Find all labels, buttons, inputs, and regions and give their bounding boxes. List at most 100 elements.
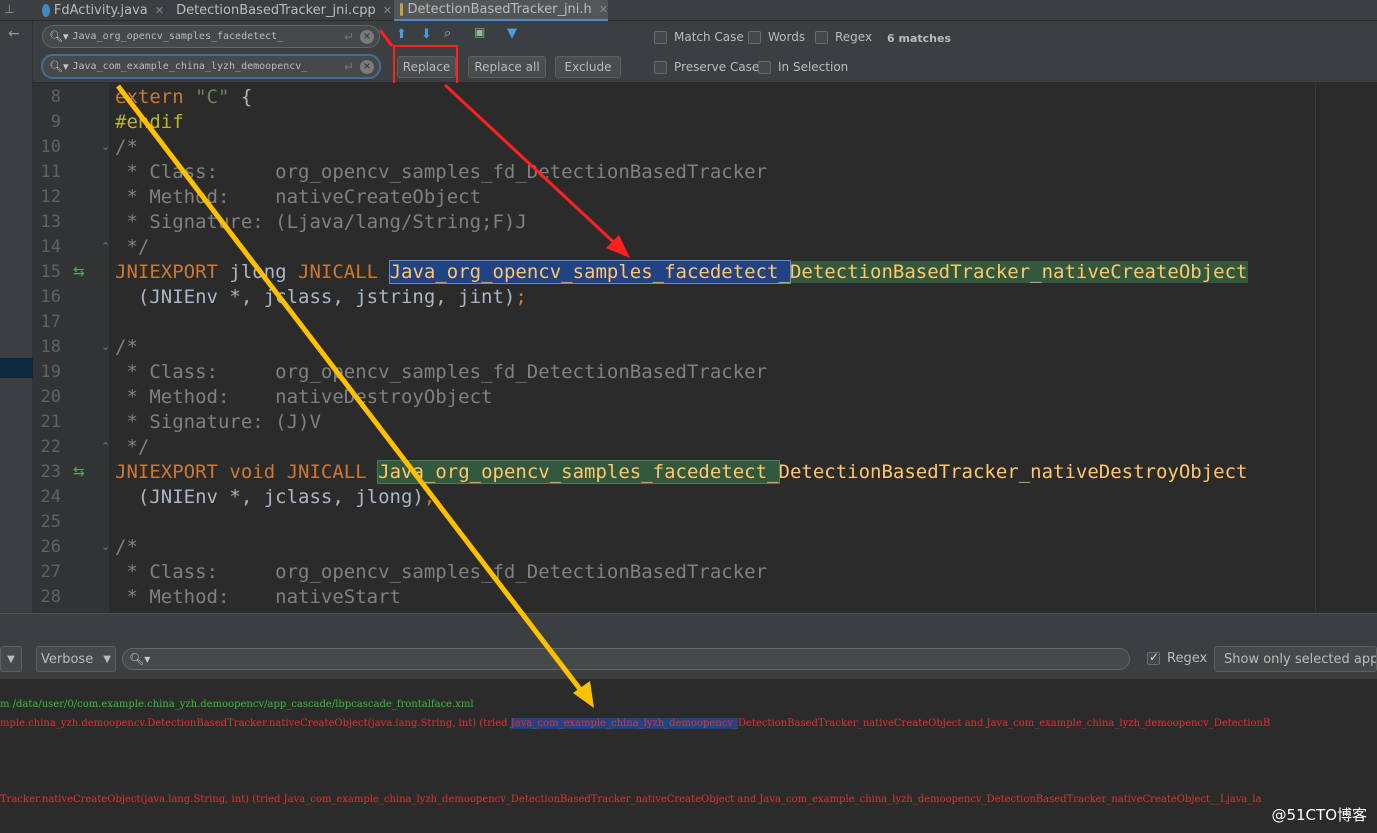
line-number: 17	[40, 312, 61, 332]
code-line-24: (JNIEnv *, jclass, jlong);	[115, 486, 436, 508]
line-number: 8	[50, 87, 61, 107]
split-icon[interactable]: ⊥	[4, 2, 14, 16]
match-case-checkbox[interactable]: Match Case	[654, 30, 744, 44]
newline-icon[interactable]: ↵	[344, 60, 354, 74]
watermark: @51CTO博客	[1271, 806, 1367, 824]
arrow-left-icon[interactable]: ←	[8, 26, 20, 42]
line-number: 28	[40, 587, 61, 607]
log-line: m /data/user/0/com.example.china_yzh.dem…	[0, 699, 474, 710]
clear-icon[interactable]: ×	[360, 29, 374, 44]
header-file-icon	[400, 3, 404, 16]
find-all-icon[interactable]: ⌕	[444, 26, 451, 41]
tab-label: FdActivity.java	[53, 3, 148, 18]
tab-fdactivity[interactable]: FdActivity.java ✕	[36, 0, 164, 21]
logcat-filter-dropdown[interactable]: Show only selected applica	[1214, 646, 1377, 672]
logcat-toolbar: ▼ Verbose ▼ 🔍︎▾ ✓ Regex Show only select…	[0, 638, 1377, 680]
close-icon[interactable]: ✕	[599, 3, 608, 16]
words-checkbox[interactable]: Words	[748, 30, 805, 44]
fold-icon[interactable]: ⌃	[101, 240, 110, 253]
tab-jni-h[interactable]: DetectionBasedTracker_jni.h ✕	[394, 0, 608, 21]
fold-icon[interactable]: ⌄	[101, 540, 110, 553]
line-number: 20	[40, 387, 61, 407]
search-icon: 🔍︎▾	[129, 652, 151, 666]
navigate-implementation-icon[interactable]: ⇆	[73, 464, 85, 480]
newline-icon[interactable]: ↵	[344, 30, 354, 44]
code-line-23: JNIEXPORT void JNICALL Java_org_opencv_s…	[115, 460, 1248, 484]
exclude-button[interactable]: Exclude	[555, 56, 621, 78]
device-dropdown[interactable]: ▼	[0, 646, 22, 672]
code-line-14: */	[115, 236, 150, 258]
line-number: 25	[40, 512, 61, 532]
line-number: 19	[40, 362, 61, 382]
logcat-regex-checkbox[interactable]: ✓ Regex	[1147, 650, 1207, 666]
code-line-20: * Method: nativeDestroyObject	[115, 386, 493, 408]
line-number: 13	[40, 212, 61, 232]
tab-jni-cpp[interactable]: DetectionBasedTracker_jni.cpp ✕	[166, 0, 392, 21]
code-line-15: JNIEXPORT jlong JNICALL Java_org_opencv_…	[115, 260, 1248, 284]
close-icon[interactable]: ✕	[155, 4, 164, 17]
fold-icon[interactable]: ⌄	[101, 340, 110, 353]
line-number: 14	[40, 237, 61, 257]
search-icon: 🔍︎▾	[49, 60, 69, 73]
filter-icon[interactable]: ▼	[507, 26, 517, 41]
code-line-9: #endif	[115, 111, 184, 133]
regex-checkbox[interactable]: Regex	[815, 30, 872, 44]
line-number: 9	[50, 112, 61, 132]
line-number: 23	[40, 462, 61, 482]
line-number: 21	[40, 412, 61, 432]
line-number: 12	[40, 187, 61, 207]
line-number: 22	[40, 437, 61, 457]
code-line-26: /*	[115, 536, 138, 558]
logcat-output[interactable]: m /data/user/0/com.example.china_yzh.dem…	[0, 680, 1377, 833]
sidebar-selected-item[interactable]	[0, 358, 33, 378]
search-input[interactable]: Java_org_opencv_samples_facedetect_	[73, 31, 344, 42]
replace-all-button[interactable]: Replace all	[468, 56, 546, 78]
close-icon[interactable]: ✕	[383, 4, 392, 17]
tab-label: DetectionBasedTracker_jni.h	[407, 2, 592, 17]
search-match[interactable]: Java_org_opencv_samples_facedetect_	[377, 460, 780, 484]
code-line-18: /*	[115, 336, 138, 358]
code-line-16: (JNIEnv *, jclass, jstring, jint);	[115, 286, 527, 308]
project-sidebar-strip: ←	[0, 21, 33, 613]
fold-icon[interactable]: ⌄	[101, 140, 110, 153]
editor-scrollbar[interactable]	[1315, 83, 1377, 613]
code-editor[interactable]: 8 9 10 11 12 13 14 15 16 17 18 19 20 21 …	[33, 83, 1377, 613]
search-icon: 🔍︎▾	[49, 30, 69, 43]
chevron-down-icon: ▼	[103, 653, 111, 665]
in-selection-checkbox[interactable]: In Selection	[758, 60, 848, 74]
chevron-down-icon: ▼	[7, 653, 15, 665]
clear-icon[interactable]: ×	[360, 59, 374, 74]
line-number: 18	[40, 337, 61, 357]
line-number: 16	[40, 287, 61, 307]
code-line-22: */	[115, 436, 150, 458]
logcat-header	[0, 613, 1377, 638]
previous-occurrence-icon[interactable]: ⬆	[396, 27, 407, 42]
log-line: Tracker.nativeCreateObject(java.lang.Str…	[0, 794, 1262, 805]
replace-input[interactable]: Java_com_example_china_lyzh_demoopencv_	[73, 61, 344, 72]
next-occurrence-icon[interactable]: ⬇	[421, 27, 432, 42]
code-line-10: /*	[115, 136, 138, 158]
fold-icon[interactable]: ⌃	[101, 440, 110, 453]
log-selection[interactable]: Java_com_example_china_lyzh_demoopencv_	[510, 718, 739, 729]
logcat-search-field[interactable]: 🔍︎▾	[122, 648, 1130, 670]
code-line-28: * Method: nativeStart	[115, 586, 401, 608]
find-replace-panel: 🔍︎▾ Java_org_opencv_samples_facedetect_ …	[33, 21, 1377, 83]
search-field[interactable]: 🔍︎▾ Java_org_opencv_samples_facedetect_ …	[42, 25, 380, 48]
select-all-occurrences-icon[interactable]: ▣	[474, 25, 485, 39]
preserve-case-checkbox[interactable]: Preserve Case	[654, 60, 759, 74]
replace-field[interactable]: 🔍︎▾ Java_com_example_china_lyzh_demoopen…	[41, 54, 381, 79]
code-line-11: * Class: org_opencv_samples_fd_Detection…	[115, 161, 768, 183]
code-line-8: extern "C" {	[115, 86, 253, 108]
class-icon	[42, 4, 50, 17]
line-number: 15	[40, 262, 61, 282]
current-match[interactable]: Java_org_opencv_samples_facedetect_	[388, 260, 791, 284]
code-line-27: * Class: org_opencv_samples_fd_Detection…	[115, 561, 768, 583]
code-line-13: * Signature: (Ljava/lang/String;F)J	[115, 211, 527, 233]
line-number: 10	[40, 137, 61, 157]
navigate-implementation-icon[interactable]: ⇆	[73, 264, 85, 280]
line-number: 27	[40, 562, 61, 582]
tab-label: DetectionBasedTracker_jni.cpp	[176, 3, 376, 18]
log-level-dropdown[interactable]: Verbose ▼	[36, 646, 116, 672]
line-number: 11	[40, 162, 61, 182]
code-line-19: * Class: org_opencv_samples_fd_Detection…	[115, 361, 768, 383]
